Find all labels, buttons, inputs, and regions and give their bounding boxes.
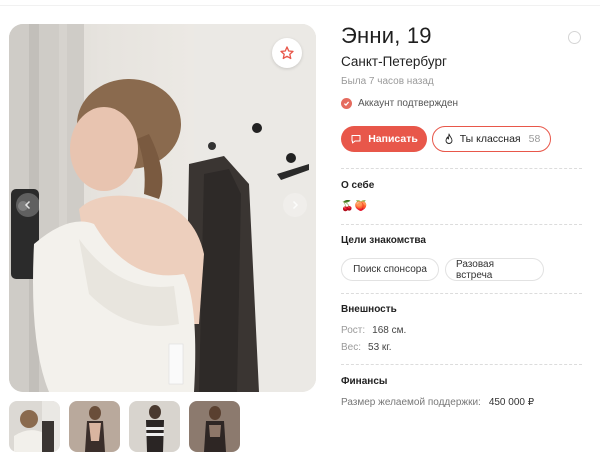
chevron-left-icon [24, 200, 31, 210]
support-row: Размер желаемой поддержки: 450 000 ₽ [341, 397, 534, 408]
weight-value: 53 кг. [368, 342, 392, 353]
write-message-button[interactable]: Написать [341, 126, 427, 152]
flame-icon [445, 133, 453, 144]
top-divider [0, 5, 600, 6]
compliment-count: 58 [528, 133, 541, 145]
photo-prev-button[interactable] [16, 193, 40, 217]
last-seen-status: Была 7 часов назад [341, 76, 434, 87]
about-content: 🍒 🍑 [341, 201, 367, 212]
photo-next-button[interactable] [283, 193, 307, 217]
height-label: Рост: [341, 325, 366, 336]
goals-title: Цели знакомства [341, 235, 426, 246]
weight-row: Вес: 53 кг. [341, 342, 392, 353]
photo-thumbnails [9, 401, 240, 452]
height-value: 168 см. [372, 325, 407, 336]
chat-bubble-icon [351, 135, 361, 144]
about-title: О себе [341, 180, 375, 191]
section-divider [341, 224, 582, 225]
profile-name-age: Энни, 19 [341, 23, 432, 48]
photo-thumbnail-1[interactable] [9, 401, 60, 452]
about-emoji-1: 🍒 [341, 201, 354, 212]
section-divider [341, 168, 582, 169]
verified-label: Аккаунт подтвержден [358, 98, 459, 109]
height-row: Рост: 168 см. [341, 325, 406, 336]
finance-title: Финансы [341, 376, 388, 387]
chevron-right-icon [292, 200, 299, 210]
favorite-button[interactable] [272, 38, 302, 68]
support-value: 450 000 ₽ [488, 397, 535, 408]
weight-label: Вес: [341, 342, 362, 353]
verified-badge: Аккаунт подтвержден [341, 98, 458, 109]
photo-illustration [9, 24, 316, 392]
photo-thumbnail-2[interactable] [69, 401, 120, 452]
profile-city: Санкт-Петербург [341, 54, 447, 69]
about-emoji-2: 🍑 [354, 201, 367, 212]
section-divider [341, 364, 582, 365]
profile-photo-main[interactable] [9, 24, 316, 392]
more-options-button[interactable] [568, 31, 581, 44]
appearance-title: Внешность [341, 304, 397, 315]
check-badge-icon [341, 98, 352, 109]
compliment-button[interactable]: Ты классная 58 [432, 126, 551, 152]
compliment-label: Ты классная [459, 133, 521, 145]
goal-chip-one-time[interactable]: Разовая встреча [445, 258, 544, 281]
support-label: Размер желаемой поддержки: [341, 397, 481, 408]
write-message-label: Написать [368, 133, 418, 145]
section-divider [341, 293, 582, 294]
star-icon [280, 46, 294, 60]
goal-chip-sponsor[interactable]: Поиск спонсора [341, 258, 439, 281]
photo-thumbnail-3[interactable] [129, 401, 180, 452]
photo-thumbnail-4[interactable] [189, 401, 240, 452]
